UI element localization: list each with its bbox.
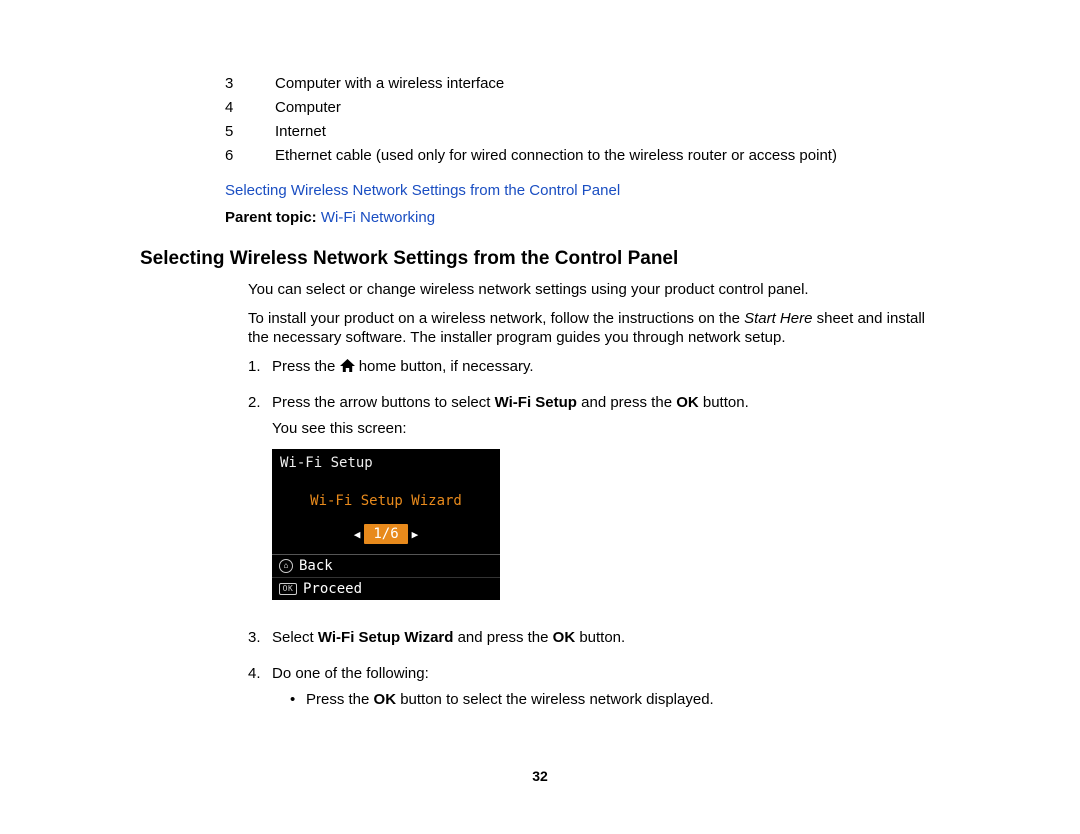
text-fragment: and press the [577, 394, 676, 411]
text-bold: Wi-Fi Setup Wizard [318, 629, 454, 646]
bullet-content: Press the OK button to select the wirele… [306, 690, 714, 710]
device-screen: Wi-Fi Setup Wi-Fi Setup Wizard ◀ 1/6 ▶ ⌂… [272, 449, 500, 600]
item-text: Internet [275, 123, 950, 140]
item-text: Computer [275, 99, 950, 116]
intro-text-1: You can select or change wireless networ… [140, 280, 950, 300]
intro-text-2: To install your product on a wireless ne… [140, 309, 950, 348]
parent-topic-link[interactable]: Wi-Fi Networking [321, 209, 435, 226]
text-fragment: Press the [306, 691, 374, 708]
section-heading: Selecting Wireless Network Settings from… [140, 248, 950, 270]
step-number: 3. [248, 628, 272, 654]
page-number: 32 [0, 768, 1080, 784]
item-number: 3 [225, 75, 275, 92]
parent-topic: Parent topic: Wi-Fi Networking [140, 209, 950, 226]
step-3: 3. Select Wi-Fi Setup Wizard and press t… [140, 628, 950, 654]
screen-pager: ◀ 1/6 ▶ [272, 518, 500, 554]
text-bold: Wi-Fi Setup [495, 394, 577, 411]
screen-footer: ⌂ Back OK Proceed [272, 554, 500, 600]
numbered-item: 4 Computer [140, 99, 950, 116]
step-subtext: You see this screen: [272, 419, 950, 439]
step-number: 2. [248, 393, 272, 601]
parent-topic-label: Parent topic: [225, 209, 321, 226]
text-fragment: To install your product on a wireless ne… [248, 310, 744, 327]
footer-proceed-label: Proceed [303, 582, 362, 596]
item-text: Ethernet cable (used only for wired conn… [275, 147, 950, 164]
footer-back-row: ⌂ Back [272, 555, 500, 577]
home-icon [340, 358, 355, 378]
step-1: 1. Press the home button, if necessary. [140, 357, 950, 384]
footer-back-label: Back [299, 559, 333, 573]
text-bold: OK [374, 691, 397, 708]
numbered-item: 5 Internet [140, 123, 950, 140]
numbered-item: 6 Ethernet cable (used only for wired co… [140, 147, 950, 164]
text-fragment: button to select the wireless network di… [396, 691, 714, 708]
related-link[interactable]: Selecting Wireless Network Settings from… [140, 182, 950, 199]
text-fragment: button. [575, 629, 625, 646]
step-4: 4. Do one of the following: • Press the … [140, 664, 950, 711]
text-bold: OK [676, 394, 699, 411]
text-fragment: and press the [453, 629, 552, 646]
step-number: 1. [248, 357, 272, 384]
numbered-list-continued: 3 Computer with a wireless interface 4 C… [140, 75, 950, 164]
text-bold: OK [553, 629, 576, 646]
document-page: 3 Computer with a wireless interface 4 C… [0, 0, 1080, 710]
step-content: Press the arrow buttons to select Wi-Fi … [272, 393, 950, 601]
item-number: 4 [225, 99, 275, 116]
item-text: Computer with a wireless interface [275, 75, 950, 92]
step-2: 2. Press the arrow buttons to select Wi-… [140, 393, 950, 601]
text-fragment: Press the [272, 358, 340, 375]
item-number: 6 [225, 147, 275, 164]
arrow-right-icon: ▶ [412, 529, 419, 540]
arrow-left-icon: ◀ [354, 529, 361, 540]
text-fragment: button. [699, 394, 749, 411]
text-fragment: Select [272, 629, 318, 646]
step-content: Do one of the following: • Press the OK … [272, 664, 950, 711]
bullet-item: • Press the OK button to select the wire… [272, 690, 950, 710]
numbered-item: 3 Computer with a wireless interface [140, 75, 950, 92]
screen-title: Wi-Fi Setup [272, 449, 500, 476]
back-icon: ⌂ [279, 559, 293, 573]
text-fragment: Press the arrow buttons to select [272, 394, 495, 411]
pager-counter: 1/6 [364, 524, 407, 544]
footer-proceed-row: OK Proceed [272, 577, 500, 600]
step-text: Do one of the following: [272, 664, 950, 684]
step-content: Select Wi-Fi Setup Wizard and press the … [272, 628, 950, 654]
text-fragment: home button, if necessary. [355, 358, 534, 375]
screen-highlight-option: Wi-Fi Setup Wizard [272, 476, 500, 518]
step-content: Press the home button, if necessary. [272, 357, 950, 384]
item-number: 5 [225, 123, 275, 140]
text-italic: Start Here [744, 310, 812, 327]
ok-icon: OK [279, 583, 297, 595]
bullet-marker: • [290, 690, 306, 710]
step-number: 4. [248, 664, 272, 711]
